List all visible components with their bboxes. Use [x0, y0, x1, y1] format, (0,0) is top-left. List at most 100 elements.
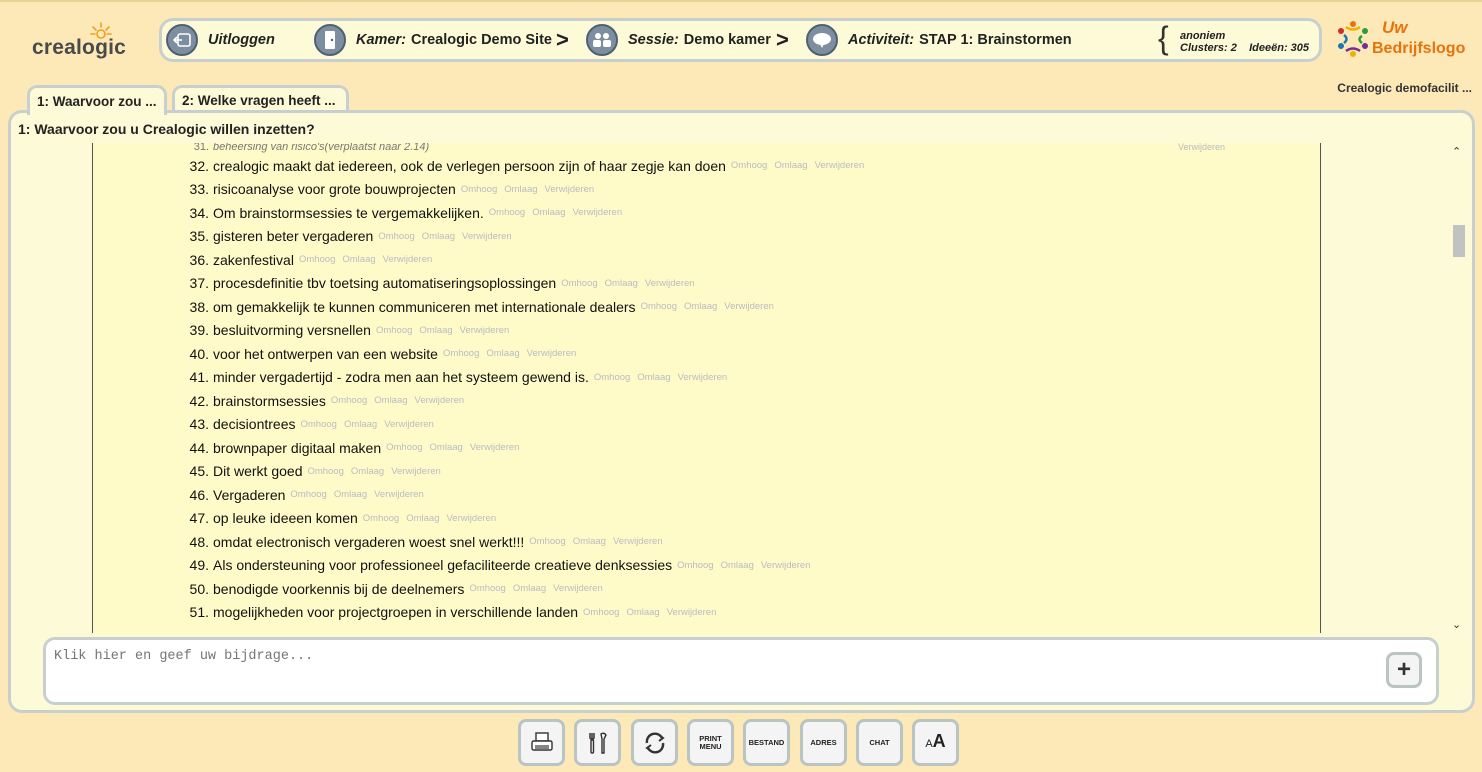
- add-contribution-button[interactable]: +: [1386, 652, 1422, 688]
- move-up-link[interactable]: Omhoog: [561, 278, 597, 289]
- delete-link[interactable]: Verwijderen: [613, 536, 663, 547]
- move-down-link[interactable]: Omlaag: [721, 560, 754, 571]
- item-number: 47.: [189, 510, 209, 527]
- move-up-link[interactable]: Omhoog: [331, 395, 367, 406]
- move-up-link[interactable]: Omhoog: [307, 466, 343, 477]
- move-down-link[interactable]: Omlaag: [513, 583, 546, 594]
- delete-link[interactable]: Verwijderen: [553, 583, 603, 594]
- move-up-link[interactable]: Omhoog: [461, 184, 497, 195]
- question-title: 1: Waarvoor zou u Crealogic willen inzet…: [18, 121, 315, 137]
- delete-link[interactable]: Verwijderen: [374, 489, 424, 500]
- delete-link[interactable]: Verwijderen: [383, 254, 433, 265]
- list-item-moved: 31. beheersing van risico's(verplaatst n…: [93, 143, 1320, 154]
- print-menu-button[interactable]: PRINT MENU: [687, 719, 734, 766]
- move-up-link[interactable]: Omhoog: [376, 325, 412, 336]
- delete-link[interactable]: Verwijderen: [572, 207, 622, 218]
- item-text: minder vergadertijd - zodra men aan het …: [213, 369, 589, 386]
- delete-link[interactable]: Verwijderen: [815, 160, 865, 171]
- move-down-link[interactable]: Omlaag: [351, 466, 384, 477]
- delete-link[interactable]: Verwijderen: [391, 466, 441, 477]
- item-text: zakenfestival: [213, 251, 294, 268]
- bestand-button[interactable]: BESTAND: [743, 719, 790, 766]
- refresh-button[interactable]: [631, 719, 678, 766]
- move-down-link[interactable]: Omlaag: [334, 489, 367, 500]
- delete-link[interactable]: Verwijderen: [527, 348, 577, 359]
- move-up-link[interactable]: Omhoog: [301, 419, 337, 430]
- move-down-link[interactable]: Omlaag: [422, 231, 455, 242]
- move-up-link[interactable]: Omhoog: [529, 536, 565, 547]
- move-down-link[interactable]: Omlaag: [406, 513, 439, 524]
- move-up-link[interactable]: Omhoog: [386, 442, 422, 453]
- move-down-link[interactable]: Omlaag: [573, 536, 606, 547]
- move-down-link[interactable]: Omlaag: [486, 348, 519, 359]
- move-up-link[interactable]: Omhoog: [594, 372, 630, 383]
- move-down-link[interactable]: Omlaag: [532, 207, 565, 218]
- move-up-link[interactable]: Omhoog: [363, 513, 399, 524]
- delete-link[interactable]: Verwijderen: [678, 372, 728, 383]
- list-scrollbar[interactable]: ⌃ ⌄: [1450, 143, 1467, 633]
- delete-link[interactable]: Verwijderen: [384, 419, 434, 430]
- move-down-link[interactable]: Omlaag: [605, 278, 638, 289]
- move-down-link[interactable]: Omlaag: [774, 160, 807, 171]
- tab-question-2[interactable]: 2: Welke vragen heeft ...: [172, 85, 349, 113]
- move-up-link[interactable]: Omhoog: [489, 207, 525, 218]
- item-actions: Omhoog Omlaag Verwijderen: [290, 489, 430, 500]
- delete-link[interactable]: Verwijderen: [446, 513, 496, 524]
- delete-link[interactable]: Verwijderen: [470, 442, 520, 453]
- delete-link[interactable]: Verwijderen: [415, 395, 465, 406]
- tools-button[interactable]: [574, 719, 621, 766]
- move-down-link[interactable]: Omlaag: [626, 607, 659, 618]
- item-text: beheersing van risico's(verplaatst naar …: [213, 143, 430, 153]
- chat-button[interactable]: CHAT: [856, 719, 903, 766]
- scroll-up-icon[interactable]: ⌃: [1452, 145, 1461, 158]
- session-header-bar: Uitloggen Kamer: Crealogic Demo Site > S…: [159, 18, 1322, 62]
- item-text: Als ondersteuning voor professioneel gef…: [213, 557, 673, 574]
- delete-link[interactable]: Verwijderen: [761, 560, 811, 571]
- move-up-link[interactable]: Omhoog: [731, 160, 767, 171]
- move-down-link[interactable]: Omlaag: [374, 395, 407, 406]
- list-item: 43. decisiontrees Omhoog Omlaag Verwijderen: [93, 413, 1320, 437]
- move-up-link[interactable]: Omhoog: [443, 348, 479, 359]
- move-down-link[interactable]: Omlaag: [344, 419, 377, 430]
- move-up-link[interactable]: Omhoog: [583, 607, 619, 618]
- item-actions: Omhoog Omlaag Verwijderen: [307, 466, 447, 477]
- delete-link[interactable]: Verwijderen: [462, 231, 512, 242]
- delete-link[interactable]: Verwijderen: [667, 607, 717, 618]
- item-number: 43.: [189, 416, 209, 433]
- move-up-link[interactable]: Omhoog: [290, 489, 326, 500]
- move-down-link[interactable]: Omlaag: [684, 301, 717, 312]
- logout-button[interactable]: Uitloggen: [166, 21, 280, 59]
- move-up-link[interactable]: Omhoog: [469, 583, 505, 594]
- delete-link[interactable]: Verwijderen: [724, 301, 774, 312]
- move-up-link[interactable]: Omhoog: [299, 254, 335, 265]
- list-item: 38. om gemakkelijk te kunnen communiceren…: [93, 295, 1320, 319]
- adres-button[interactable]: ADRES: [800, 719, 847, 766]
- move-up-link[interactable]: Omhoog: [677, 560, 713, 571]
- printer-icon: [530, 731, 553, 751]
- move-down-link[interactable]: Omlaag: [637, 372, 670, 383]
- item-actions: Omhoog Omlaag Verwijderen: [376, 325, 516, 336]
- print-button[interactable]: [518, 719, 565, 766]
- move-down-link[interactable]: Omlaag: [504, 184, 537, 195]
- move-down-link[interactable]: Omlaag: [430, 442, 463, 453]
- move-up-link[interactable]: Omhoog: [641, 301, 677, 312]
- list-item: 37. procesdefinitie tbv toetsing automati…: [93, 272, 1320, 296]
- delete-link[interactable]: Verwijderen: [545, 184, 595, 195]
- delete-link[interactable]: Verwijderen: [645, 278, 695, 289]
- scroll-thumb[interactable]: [1453, 225, 1465, 257]
- move-up-link[interactable]: Omhoog: [378, 231, 414, 242]
- delete-link[interactable]: Verwijderen: [460, 325, 510, 336]
- scroll-down-icon[interactable]: ⌄: [1452, 618, 1461, 631]
- contribution-input[interactable]: [46, 640, 1436, 702]
- tab-question-1[interactable]: 1: Waarvoor zou ...: [27, 85, 167, 115]
- item-number: 48.: [189, 533, 209, 550]
- delete-link[interactable]: Verwijderen: [1178, 143, 1225, 152]
- item-actions: Omhoog Omlaag Verwijderen: [469, 583, 609, 594]
- font-size-button[interactable]: AA: [912, 719, 959, 766]
- logout-label: Uitloggen: [208, 32, 275, 48]
- move-down-link[interactable]: Omlaag: [419, 325, 452, 336]
- list-item: 48. omdat electronisch vergaderen woest s…: [93, 530, 1320, 554]
- item-actions: Omhoog Omlaag Verwijderen: [594, 372, 734, 383]
- item-actions: Omhoog Omlaag Verwijderen: [677, 560, 817, 571]
- move-down-link[interactable]: Omlaag: [342, 254, 375, 265]
